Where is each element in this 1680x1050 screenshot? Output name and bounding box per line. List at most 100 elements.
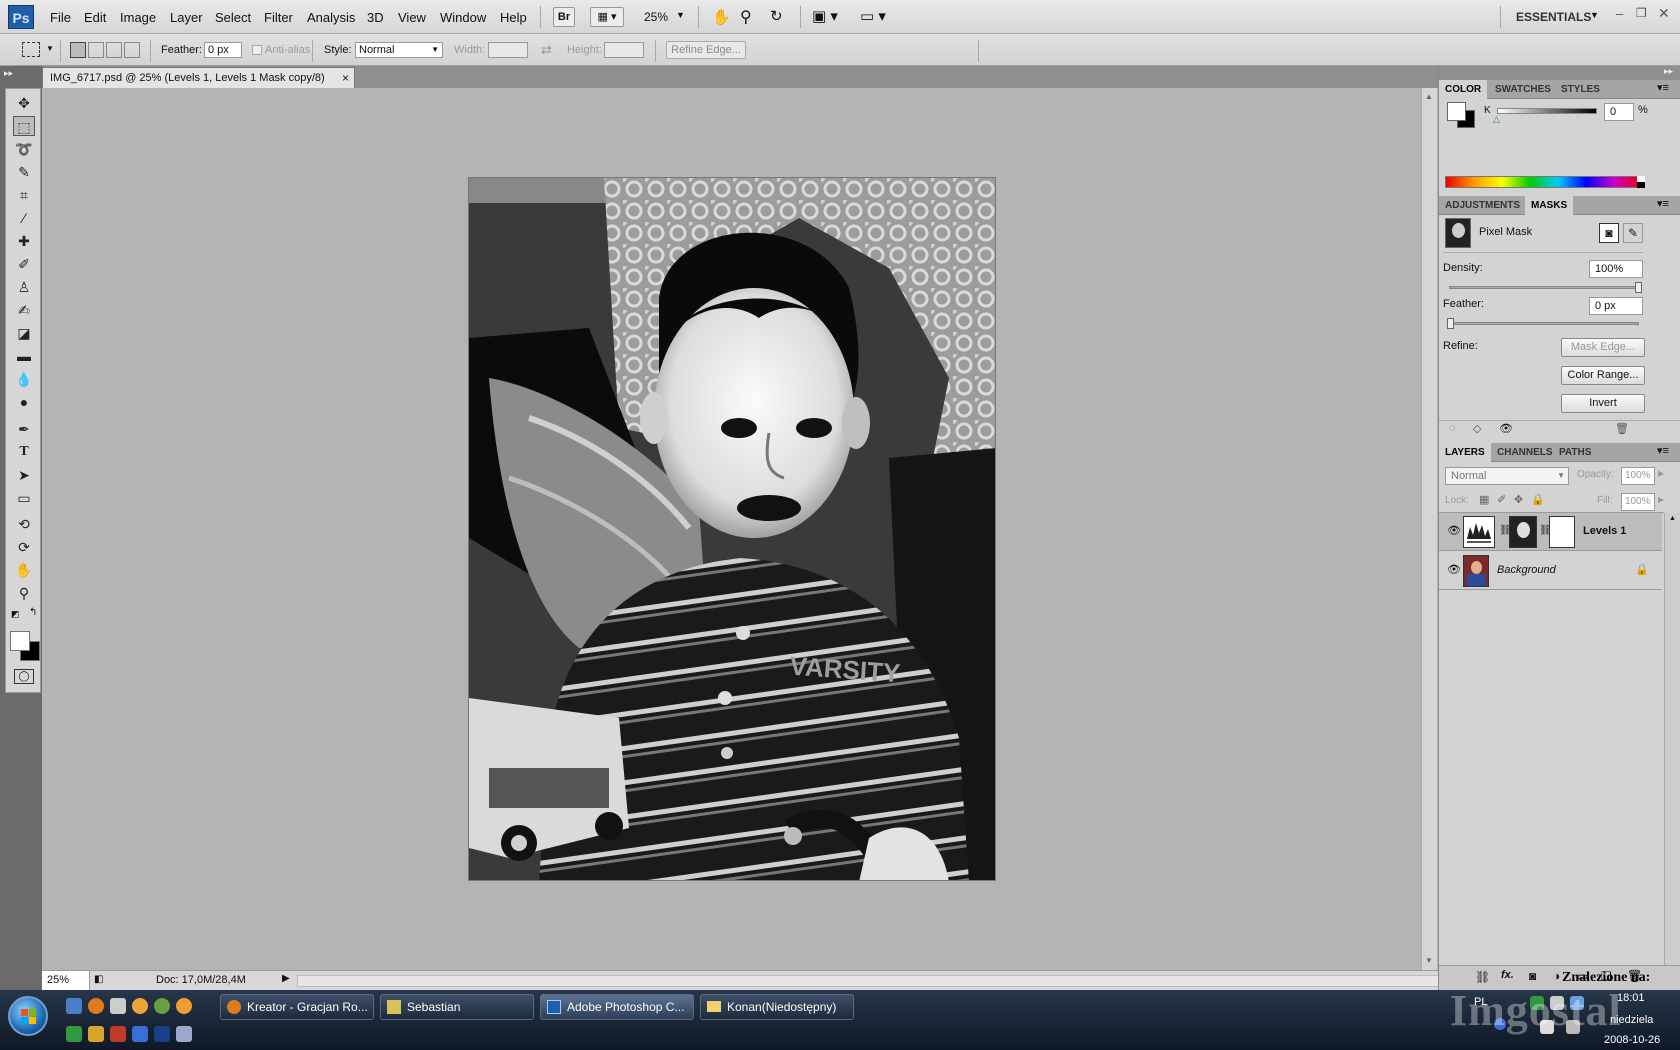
status-zoom[interactable]: 25% bbox=[42, 971, 90, 990]
rectangle-tool-icon[interactable]: ▭ bbox=[13, 488, 35, 508]
collapse-tools-icon[interactable]: ▸▸ bbox=[4, 68, 13, 79]
restore-icon[interactable]: ❐ bbox=[1636, 6, 1647, 20]
start-button[interactable] bbox=[8, 996, 48, 1036]
layer-name[interactable]: Levels 1 bbox=[1583, 525, 1626, 537]
intersect-selection-icon[interactable] bbox=[124, 42, 140, 58]
zoom-level[interactable]: 25% bbox=[644, 10, 668, 24]
tab-adjustments[interactable]: ADJUSTMENTS bbox=[1439, 196, 1526, 215]
panel-menu-icon[interactable]: ▾≡ bbox=[1657, 444, 1669, 457]
layer-row[interactable]: 👁 ⛓ ⛓ Levels 1 bbox=[1439, 513, 1662, 551]
dodge-tool-icon[interactable]: ● bbox=[13, 392, 35, 412]
mask-feather-input[interactable]: 0 px bbox=[1589, 297, 1643, 315]
quick-launch-icon[interactable] bbox=[110, 998, 126, 1014]
antialias-checkbox[interactable] bbox=[252, 45, 262, 55]
eyedropper-tool-icon[interactable]: ⁄ bbox=[13, 208, 35, 228]
foreground-color-swatch[interactable] bbox=[10, 631, 30, 651]
chevron-down-icon[interactable]: ▼ bbox=[1590, 10, 1599, 20]
pen-tool-icon[interactable]: ✒ bbox=[13, 419, 35, 439]
link-layers-icon[interactable]: ⛓ bbox=[1475, 970, 1490, 984]
marquee-preset-icon[interactable] bbox=[22, 42, 40, 57]
quick-launch-icon[interactable] bbox=[176, 998, 192, 1014]
quick-launch-icon[interactable] bbox=[132, 1026, 148, 1042]
quick-mask-icon[interactable]: ◯ bbox=[14, 669, 34, 684]
taskbar-item-firefox[interactable]: Kreator - Gracjan Ro... bbox=[220, 994, 374, 1020]
hand-tool-icon[interactable]: ✋ bbox=[712, 8, 731, 26]
panel-menu-icon[interactable]: ▾≡ bbox=[1657, 197, 1669, 210]
menu-select[interactable]: Select bbox=[215, 10, 251, 25]
taskbar-item-photoshop[interactable]: Adobe Photoshop C... bbox=[540, 994, 694, 1020]
visibility-icon[interactable]: 👁 bbox=[1499, 422, 1513, 435]
layer-row[interactable]: 👁 Background 🔒 bbox=[1439, 552, 1662, 590]
taskbar-item-messenger[interactable]: Konan(Niedostępny) bbox=[700, 994, 854, 1020]
feather-input[interactable]: 0 px bbox=[204, 42, 242, 58]
layer-mask-white-thumbnail[interactable] bbox=[1549, 516, 1575, 548]
add-selection-icon[interactable] bbox=[88, 42, 104, 58]
slider-handle-icon[interactable]: △ bbox=[1493, 114, 1500, 125]
layer-mask-thumbnail[interactable] bbox=[1509, 516, 1537, 548]
show-desktop-icon[interactable] bbox=[66, 998, 82, 1014]
bridge-button[interactable]: Br bbox=[553, 7, 575, 27]
scroll-up-icon[interactable]: ▲ bbox=[1669, 515, 1676, 522]
quick-selection-tool-icon[interactable]: ✎ bbox=[13, 162, 35, 182]
k-slider[interactable] bbox=[1497, 108, 1597, 114]
menu-help[interactable]: Help bbox=[500, 10, 527, 25]
arrange-documents-icon[interactable]: ▣ ▾ bbox=[812, 7, 838, 25]
lasso-tool-icon[interactable]: ➰ bbox=[13, 139, 35, 159]
lock-pixels-icon[interactable]: ✐ bbox=[1497, 493, 1506, 506]
menu-edit[interactable]: Edit bbox=[84, 10, 106, 25]
collapse-dock-icon[interactable]: ▸▸ bbox=[1664, 66, 1673, 77]
fill-input[interactable]: 100% bbox=[1621, 493, 1655, 511]
layer-name[interactable]: Background bbox=[1497, 564, 1556, 576]
quick-launch-icon[interactable] bbox=[154, 998, 170, 1014]
quick-launch-icon[interactable] bbox=[132, 998, 148, 1014]
foreground-color-swatch[interactable] bbox=[1447, 102, 1466, 121]
ramp-black[interactable] bbox=[1637, 182, 1645, 188]
mask-thumbnail[interactable] bbox=[1445, 218, 1471, 248]
color-range-button[interactable]: Color Range... bbox=[1561, 366, 1645, 385]
workspace-switcher[interactable]: ESSENTIALS bbox=[1516, 10, 1591, 24]
quick-launch-icon[interactable] bbox=[176, 1026, 192, 1042]
history-brush-tool-icon[interactable]: ✍ bbox=[13, 300, 35, 320]
menu-layer[interactable]: Layer bbox=[170, 10, 203, 25]
chevron-down-icon[interactable]: ▼ bbox=[676, 10, 685, 20]
adjustment-layer-icon[interactable]: ◑ bbox=[1553, 969, 1560, 983]
feather-slider[interactable] bbox=[1449, 322, 1639, 325]
tab-layers[interactable]: LAYERS bbox=[1439, 443, 1491, 462]
tab-channels[interactable]: CHANNELS bbox=[1491, 443, 1559, 462]
menu-window[interactable]: Window bbox=[440, 10, 486, 25]
document-image[interactable]: VARSITY bbox=[468, 177, 996, 881]
close-document-icon[interactable]: × bbox=[342, 68, 349, 88]
opacity-input[interactable]: 100% bbox=[1621, 467, 1655, 485]
horizontal-scrollbar[interactable] bbox=[297, 975, 1457, 987]
document-tab[interactable]: IMG_6717.psd @ 25% (Levels 1, Levels 1 M… bbox=[42, 67, 355, 88]
gradient-tool-icon[interactable]: ▬ bbox=[13, 346, 35, 366]
lock-transparency-icon[interactable]: ▦ bbox=[1479, 493, 1489, 506]
zoom-tool-icon[interactable]: ⚲ bbox=[740, 7, 752, 27]
refine-edge-button[interactable]: Refine Edge... bbox=[666, 41, 746, 59]
k-value-input[interactable]: 0 bbox=[1604, 103, 1634, 121]
layer-visibility-icon[interactable]: 👁 bbox=[1447, 563, 1461, 576]
quick-launch-icon[interactable] bbox=[66, 1026, 82, 1042]
zoom-tool-icon[interactable]: ⚲ bbox=[13, 583, 35, 603]
background-layer-thumbnail[interactable] bbox=[1463, 555, 1489, 587]
move-tool-icon[interactable]: ✥ bbox=[13, 93, 35, 113]
marquee-tool-icon[interactable]: ⬚ bbox=[13, 116, 35, 136]
panel-menu-icon[interactable]: ▾≡ bbox=[1657, 81, 1669, 94]
eraser-tool-icon[interactable]: ◪ bbox=[13, 323, 35, 343]
default-colors-icon[interactable]: ◩ bbox=[11, 609, 20, 620]
invert-button[interactable]: Invert bbox=[1561, 394, 1645, 413]
add-mask-icon[interactable]: ◙ bbox=[1529, 969, 1536, 983]
quick-launch-icon[interactable] bbox=[88, 1026, 104, 1042]
menu-view[interactable]: View bbox=[398, 10, 426, 25]
height-input[interactable] bbox=[604, 42, 644, 58]
vertical-scrollbar[interactable]: ▲ ▼ bbox=[1421, 88, 1437, 970]
tab-color[interactable]: COLOR bbox=[1439, 80, 1488, 99]
fill-arrow-icon[interactable]: ▶ bbox=[1658, 495, 1664, 504]
vector-mask-icon[interactable]: ✎ bbox=[1623, 223, 1643, 243]
scroll-up-icon[interactable]: ▲ bbox=[1425, 92, 1433, 101]
color-ramp[interactable] bbox=[1445, 176, 1643, 188]
hand-tool-icon[interactable]: ✋ bbox=[13, 560, 35, 580]
mask-edge-button[interactable]: Mask Edge... bbox=[1561, 338, 1645, 357]
blend-mode-select[interactable]: Normal ▼ bbox=[1445, 467, 1569, 485]
close-icon[interactable]: ✕ bbox=[1658, 5, 1670, 22]
